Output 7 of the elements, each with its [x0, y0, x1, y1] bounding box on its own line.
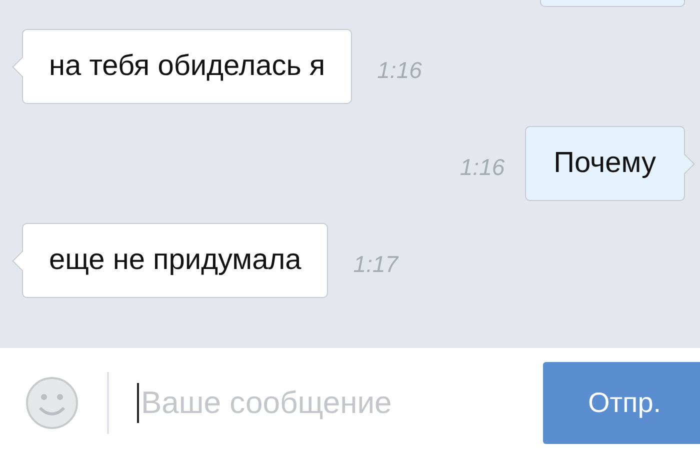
smiley-icon[interactable]: [25, 376, 79, 430]
message-time: 1:17: [353, 250, 398, 278]
message-field[interactable]: Ваше сообщение: [140, 380, 523, 426]
send-button[interactable]: Отпр.: [543, 362, 700, 444]
message-time: 1:16: [460, 152, 505, 182]
message-time: 1:16: [377, 56, 422, 84]
text-cursor: [137, 383, 139, 423]
